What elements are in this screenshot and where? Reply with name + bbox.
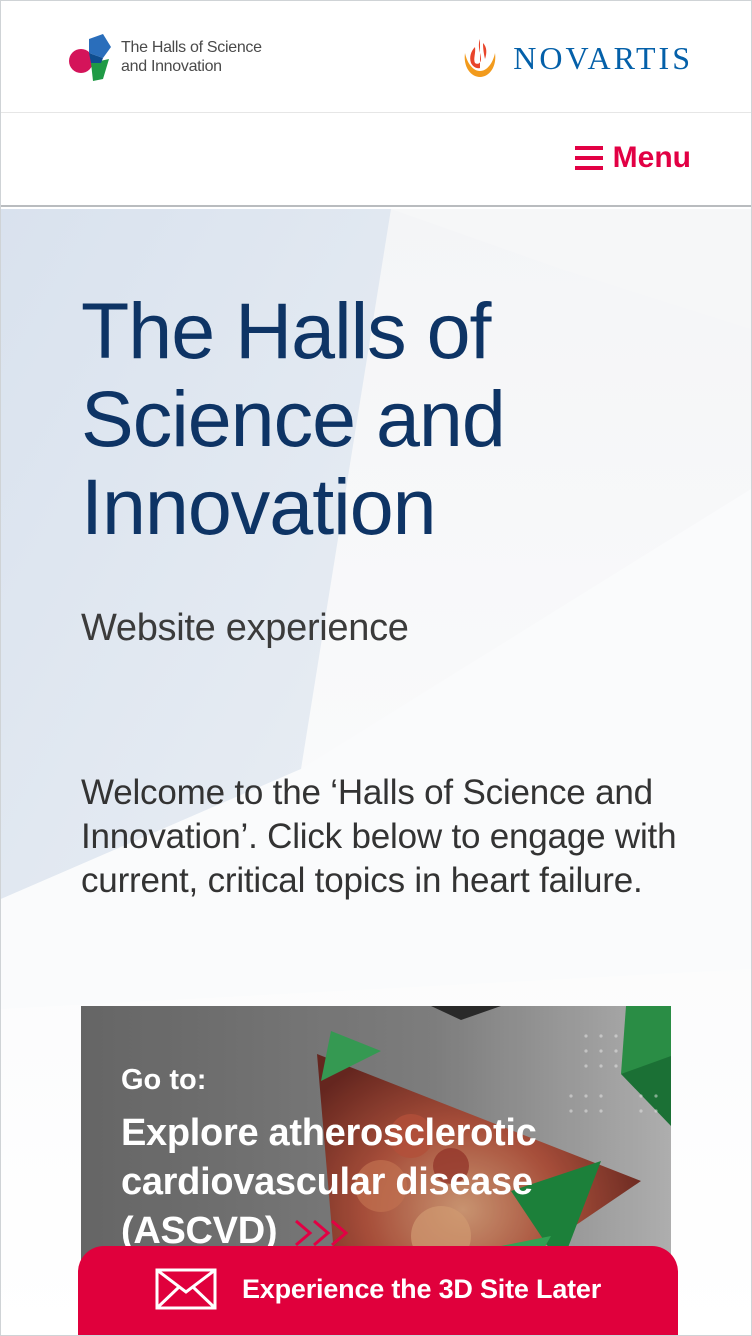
novartis-logo[interactable]: NOVARTIS [461, 35, 693, 81]
menu-button[interactable]: Menu [574, 141, 691, 175]
hero-section: The Halls of Science and Innovation Webs… [1, 209, 751, 1335]
menu-label: Menu [612, 141, 691, 174]
halls-logo-icon [69, 34, 111, 81]
page: The Halls of Science and Innovation NOVA… [0, 0, 752, 1336]
novartis-brand-text: NOVARTIS [513, 39, 693, 76]
halls-logo[interactable]: The Halls of Science and Innovation [67, 29, 277, 85]
experience-3d-later-button[interactable]: Experience the 3D Site Later [78, 1246, 678, 1335]
card-goto-label: Go to: [121, 1064, 207, 1096]
menu-bar: Menu [1, 113, 751, 207]
hamburger-icon [574, 146, 603, 170]
hero-welcome-text: Welcome to the ‘Halls of Science and Inn… [81, 773, 677, 900]
envelope-icon [155, 1268, 217, 1310]
top-header: The Halls of Science and Innovation NOVA… [1, 1, 751, 113]
triple-chevron-right-icon [294, 1219, 348, 1247]
hero-subtitle: Website experience [81, 607, 409, 649]
experience-3d-later-label: Experience the 3D Site Later [242, 1273, 602, 1304]
novartis-flame-icon [464, 39, 496, 77]
halls-logo-text: The Halls of Science and Innovation [121, 39, 262, 75]
card-title: Explore atherosclerotic cardiovascular d… [121, 1109, 621, 1256]
hero-title: The Halls of Science and Innovation [81, 286, 506, 551]
